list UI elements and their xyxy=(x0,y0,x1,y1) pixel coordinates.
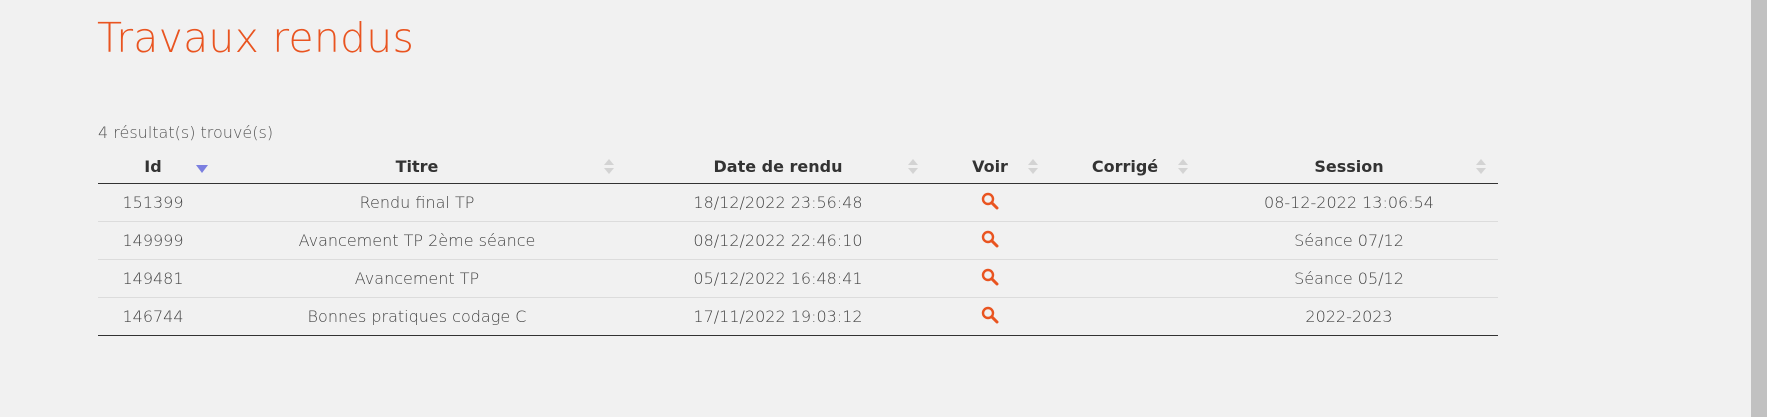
cell-date: 08/12/2022 22:46:10 xyxy=(626,221,930,260)
column-header-label: Session xyxy=(1314,157,1384,176)
table-row: 149481 Avancement TP 05/12/2022 16:48:41… xyxy=(98,259,1498,298)
sort-icon xyxy=(1178,159,1188,175)
cell-date: 17/11/2022 19:03:12 xyxy=(626,297,930,336)
column-header-id[interactable]: Id xyxy=(98,150,208,184)
cell-titre: Bonnes pratiques codage C xyxy=(208,297,626,336)
cell-voir xyxy=(930,221,1050,260)
column-header-label: Voir xyxy=(972,157,1008,176)
cell-voir xyxy=(930,259,1050,298)
cell-corrige xyxy=(1050,297,1200,336)
cell-id: 146744 xyxy=(98,297,208,336)
cell-titre: Avancement TP 2ème séance xyxy=(208,221,626,260)
cell-titre: Avancement TP xyxy=(208,259,626,298)
column-header-label: Corrigé xyxy=(1091,157,1159,176)
column-header-label: Titre xyxy=(395,157,439,176)
cell-id: 149999 xyxy=(98,221,208,260)
search-icon[interactable] xyxy=(981,306,999,328)
cell-date: 05/12/2022 16:48:41 xyxy=(626,259,930,298)
column-header-voir[interactable]: Voir xyxy=(930,150,1050,184)
cell-id: 151399 xyxy=(98,183,208,222)
sort-icon xyxy=(908,159,918,175)
result-count: 4 résultat(s) trouvé(s) xyxy=(98,123,274,142)
cell-voir xyxy=(930,297,1050,336)
cell-session: 2022-2023 xyxy=(1200,297,1498,336)
cell-corrige xyxy=(1050,221,1200,260)
results-table: Id Titre Date de rendu Voir Corrigé Sess… xyxy=(98,150,1498,336)
cell-corrige xyxy=(1050,259,1200,298)
sort-icon xyxy=(604,159,614,175)
cell-voir xyxy=(930,183,1050,222)
page-title: Travaux rendus xyxy=(97,14,415,62)
table-row: 149999 Avancement TP 2ème séance 08/12/2… xyxy=(98,221,1498,260)
cell-session: Séance 05/12 xyxy=(1200,259,1498,298)
column-header-corrige[interactable]: Corrigé xyxy=(1050,150,1200,184)
cell-session: 08-12-2022 13:06:54 xyxy=(1200,183,1498,222)
sort-icon xyxy=(1028,159,1038,175)
scrollbar-thumb[interactable] xyxy=(1751,0,1767,417)
cell-date: 18/12/2022 23:56:48 xyxy=(626,183,930,222)
search-icon[interactable] xyxy=(981,192,999,214)
column-header-label: Id xyxy=(144,157,162,176)
table-row: 151399 Rendu final TP 18/12/2022 23:56:4… xyxy=(98,183,1498,222)
search-icon[interactable] xyxy=(981,230,999,252)
column-header-session[interactable]: Session xyxy=(1200,150,1498,184)
column-header-label: Date de rendu xyxy=(713,157,843,176)
cell-corrige xyxy=(1050,183,1200,222)
cell-titre: Rendu final TP xyxy=(208,183,626,222)
column-header-titre[interactable]: Titre xyxy=(208,150,626,184)
table-row: 146744 Bonnes pratiques codage C 17/11/2… xyxy=(98,297,1498,336)
page: Travaux rendus 4 résultat(s) trouvé(s) I… xyxy=(0,0,1767,417)
cell-session: Séance 07/12 xyxy=(1200,221,1498,260)
search-icon[interactable] xyxy=(981,268,999,290)
column-header-date[interactable]: Date de rendu xyxy=(626,150,930,184)
vertical-scrollbar[interactable] xyxy=(1750,0,1767,417)
cell-id: 149481 xyxy=(98,259,208,298)
sort-icon xyxy=(1476,159,1486,175)
sort-desc-icon xyxy=(196,165,208,173)
table-header-row: Id Titre Date de rendu Voir Corrigé Sess… xyxy=(98,150,1498,184)
